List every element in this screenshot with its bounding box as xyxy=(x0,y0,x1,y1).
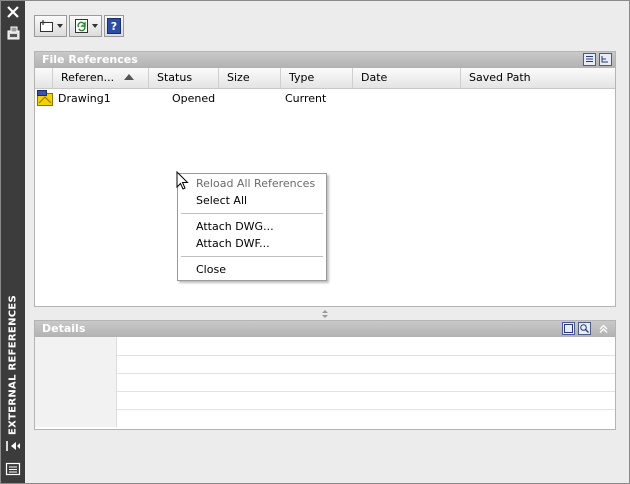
menu-item-reload-all-references[interactable]: Reload All References xyxy=(196,177,315,190)
external-references-palette: EXTERNAL REFERENCES ? File References Re… xyxy=(0,0,630,484)
attach-icon xyxy=(39,19,55,36)
table-row[interactable]: Drawing1 Opened Current xyxy=(35,89,615,109)
context-menu: Reload All References Select All Attach … xyxy=(177,173,327,281)
palette-title-strip: EXTERNAL REFERENCES xyxy=(1,1,25,483)
help-icon: ? xyxy=(107,18,121,37)
refresh-icon xyxy=(74,19,90,36)
tree-view-icon[interactable] xyxy=(599,53,612,66)
svg-text:?: ? xyxy=(111,20,117,33)
column-reference-name[interactable]: Referen... xyxy=(52,68,148,88)
close-icon[interactable] xyxy=(4,3,22,21)
chevron-down-icon[interactable] xyxy=(57,24,63,28)
menu-separator xyxy=(181,256,323,257)
column-saved-path[interactable]: Saved Path xyxy=(460,68,615,88)
details-row xyxy=(35,337,615,356)
reference-name: Drawing1 xyxy=(58,92,111,105)
reference-status: Opened xyxy=(172,92,216,105)
menu-item-close[interactable]: Close xyxy=(196,263,226,276)
menu-item-attach-dwf[interactable]: Attach DWF... xyxy=(196,237,270,250)
details-row xyxy=(35,373,615,392)
column-size[interactable]: Size xyxy=(218,68,280,88)
help-button[interactable]: ? xyxy=(104,15,124,37)
file-references-header: File References xyxy=(35,52,615,68)
details-view-icon[interactable] xyxy=(562,322,575,335)
details-row xyxy=(35,355,615,374)
drawing-icon xyxy=(37,90,53,113)
details-panel: Details xyxy=(34,320,616,430)
column-status[interactable]: Status xyxy=(148,68,218,88)
column-header-row: Referen... Status Size Type Date Saved P… xyxy=(35,68,615,89)
panel-title: Details xyxy=(42,322,86,335)
preview-icon[interactable] xyxy=(578,322,591,335)
menu-item-attach-dwg[interactable]: Attach DWG... xyxy=(196,220,274,233)
list-view-icon[interactable] xyxy=(583,53,596,66)
menu-icon[interactable] xyxy=(4,460,22,478)
menu-separator xyxy=(181,213,323,214)
mouse-cursor-icon xyxy=(176,170,190,194)
menu-item-select-all[interactable]: Select All xyxy=(196,194,247,207)
reference-type: Current xyxy=(285,92,327,105)
panel-splitter-handle[interactable] xyxy=(321,309,329,319)
details-row xyxy=(35,391,615,410)
details-grid xyxy=(35,337,615,429)
column-date[interactable]: Date xyxy=(352,68,460,88)
column-type[interactable]: Type xyxy=(280,68,352,88)
details-row xyxy=(35,409,615,427)
chevron-down-icon[interactable] xyxy=(92,24,98,28)
panel-title: File References xyxy=(42,53,138,66)
attach-button[interactable] xyxy=(34,15,67,37)
properties-icon[interactable] xyxy=(4,437,22,455)
sort-ascending-icon xyxy=(124,74,135,80)
refresh-button[interactable] xyxy=(69,15,102,37)
details-header: Details xyxy=(35,321,615,337)
autohide-icon[interactable] xyxy=(4,24,22,42)
palette-title: EXTERNAL REFERENCES xyxy=(7,294,19,436)
